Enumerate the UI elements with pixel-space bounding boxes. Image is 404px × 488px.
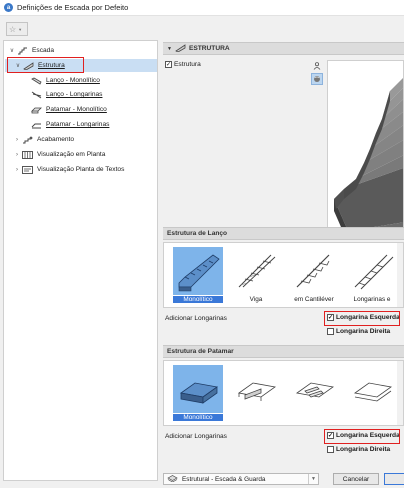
- chevron-down-icon: ▼: [167, 45, 172, 52]
- landing-option-3[interactable]: [289, 363, 339, 425]
- stair-3d-render: [334, 78, 403, 231]
- toolbar: ☆ ▼: [0, 16, 160, 40]
- finish-icon: [21, 136, 33, 144]
- option-caption: Viga: [249, 296, 263, 303]
- checkbox-label: Longarina Direita: [336, 446, 391, 453]
- flight-option-viga[interactable]: Viga: [231, 245, 281, 307]
- checkbox-unchecked[interactable]: [327, 328, 334, 335]
- chevron-down-icon[interactable]: ∨: [8, 47, 16, 54]
- landing-monolithic-icon: [30, 106, 42, 114]
- tree-item-acabamento[interactable]: › Acabamento: [13, 133, 74, 146]
- tree-item-lanco-longarinas[interactable]: Lanço - Longarinas: [30, 88, 102, 101]
- flight-monolithic-thumbnail: [173, 247, 223, 295]
- landing-stringers-thumbnail: [347, 365, 397, 413]
- flight-structure-options: Monolítico Viga em Cantiléver Longarinas…: [163, 242, 404, 308]
- section-header-estrutura[interactable]: ▼ ESTRUTURA: [163, 42, 404, 55]
- tree-item-patamar-longarinas[interactable]: Patamar - Longarinas: [30, 118, 109, 131]
- option-caption: Monolítico: [173, 296, 223, 303]
- model-view-dropdown[interactable]: Estrutural - Escada & Guarda ▼: [163, 473, 319, 485]
- flight-stringers-icon: [30, 91, 42, 99]
- landing-monolithic-thumbnail: [173, 365, 223, 413]
- tree-item-visualizacao-textos[interactable]: › Visualização Planta de Textos: [13, 163, 124, 176]
- landing-stringers-icon: [30, 121, 42, 129]
- ok-button[interactable]: [384, 473, 404, 485]
- plan-view-icon: [21, 150, 33, 159]
- app-icon: a: [4, 3, 13, 12]
- flight-option-longarinas[interactable]: Longarinas e: [347, 245, 397, 307]
- plan-text-icon: [21, 165, 33, 174]
- scrollbar[interactable]: [397, 361, 403, 425]
- stair-3d-preview: [327, 60, 404, 232]
- surface-preview-icon[interactable]: [311, 73, 323, 85]
- settings-panel: ▼ ESTRUTURA ✓ Estrutura Estrutura de Lan…: [159, 40, 404, 488]
- flight-monolithic-icon: [30, 77, 42, 85]
- checkbox-unchecked[interactable]: [327, 446, 334, 453]
- tree-item-escada[interactable]: ∨ Escada: [8, 44, 54, 57]
- flight-stringers-thumbnail: [347, 247, 397, 295]
- flight-option-monolitico[interactable]: Monolítico: [173, 245, 223, 307]
- chevron-right-icon[interactable]: ›: [13, 167, 21, 173]
- tree-item-label: Lanço - Longarinas: [46, 91, 103, 98]
- landing-structure-options: Monolítico: [163, 360, 404, 426]
- landing-right-stringer-checkbox[interactable]: Longarina Direita: [327, 446, 390, 453]
- person-icon[interactable]: [311, 60, 323, 72]
- add-stringers-label: Adicionar Longarinas: [165, 433, 227, 440]
- chevron-down-icon: ▼: [18, 26, 23, 32]
- option-caption: Longarinas e: [353, 296, 391, 303]
- checkbox-label: Estrutura: [174, 61, 201, 68]
- landing-option-2[interactable]: [231, 363, 281, 425]
- button-label: Cancelar: [342, 475, 370, 483]
- checkbox-checked[interactable]: ✓: [165, 61, 172, 68]
- section-header-label: ESTRUTURA: [188, 45, 230, 52]
- tree-item-lanco-monolitico[interactable]: Lanço - Monolítico: [30, 74, 100, 87]
- tree-item-label: Visualização em Planta: [37, 151, 106, 158]
- section-header-landing-structure: Estrutura de Patamar: [163, 345, 404, 358]
- add-stringers-label: Adicionar Longarinas: [165, 315, 227, 322]
- settings-tree: ∨ Escada ∨ Estrutura Lanço - Monolítico …: [3, 40, 158, 481]
- structure-icon: [175, 43, 186, 54]
- option-caption: em Cantiléver: [294, 296, 334, 303]
- flight-beam-thumbnail: [231, 247, 281, 295]
- landing-beam-thumbnail: [231, 365, 281, 413]
- tree-item-label: Acabamento: [37, 136, 75, 143]
- favorites-button[interactable]: ☆ ▼: [6, 22, 28, 36]
- layer-icon: [167, 474, 178, 484]
- highlight-box: [324, 429, 400, 444]
- chevron-right-icon[interactable]: ›: [13, 137, 21, 143]
- highlight-box: [7, 57, 84, 73]
- flight-right-stringer-checkbox[interactable]: Longarina Direita: [327, 328, 390, 335]
- dialog-footer: Estrutural - Escada & Guarda ▼ Cancelar: [159, 470, 404, 488]
- section-header-label: Estrutura de Patamar: [167, 348, 234, 355]
- section-header-label: Estrutura de Lanço: [167, 230, 228, 237]
- section-header-flight-structure: Estrutura de Lanço: [163, 227, 404, 240]
- tree-item-label: Visualização Planta de Textos: [37, 166, 125, 173]
- estrutura-checkbox[interactable]: ✓ Estrutura: [165, 61, 201, 68]
- tree-item-visualizacao-planta[interactable]: › Visualização em Planta: [13, 148, 105, 161]
- tree-item-label: Patamar - Monolítico: [46, 106, 107, 113]
- cancel-button[interactable]: Cancelar: [333, 473, 379, 485]
- dropdown-value: Estrutural - Escada & Guarda: [182, 475, 266, 483]
- landing-cantilever-thumbnail: [289, 365, 339, 413]
- option-caption: Monolítico: [173, 414, 223, 421]
- window-title: Definições de Escada por Defeito: [17, 3, 129, 12]
- chevron-right-icon[interactable]: ›: [13, 152, 21, 158]
- flight-cantilever-thumbnail: [289, 247, 339, 295]
- chevron-down-icon[interactable]: ▼: [308, 474, 318, 484]
- stair-icon: [16, 47, 28, 55]
- highlight-box: [324, 311, 400, 326]
- scrollbar[interactable]: [397, 243, 403, 307]
- tree-item-label: Patamar - Longarinas: [46, 121, 110, 128]
- landing-option-4[interactable]: [347, 363, 397, 425]
- title-bar: a Definições de Escada por Defeito: [0, 0, 404, 16]
- landing-option-monolitico[interactable]: Monolítico: [173, 363, 223, 425]
- tree-item-label: Escada: [32, 47, 54, 54]
- flight-option-cantilever[interactable]: em Cantiléver: [289, 245, 339, 307]
- star-icon: ☆: [9, 24, 17, 34]
- checkbox-label: Longarina Direita: [336, 328, 391, 335]
- tree-item-patamar-monolitico[interactable]: Patamar - Monolítico: [30, 103, 107, 116]
- tree-item-label: Lanço - Monolítico: [46, 77, 100, 84]
